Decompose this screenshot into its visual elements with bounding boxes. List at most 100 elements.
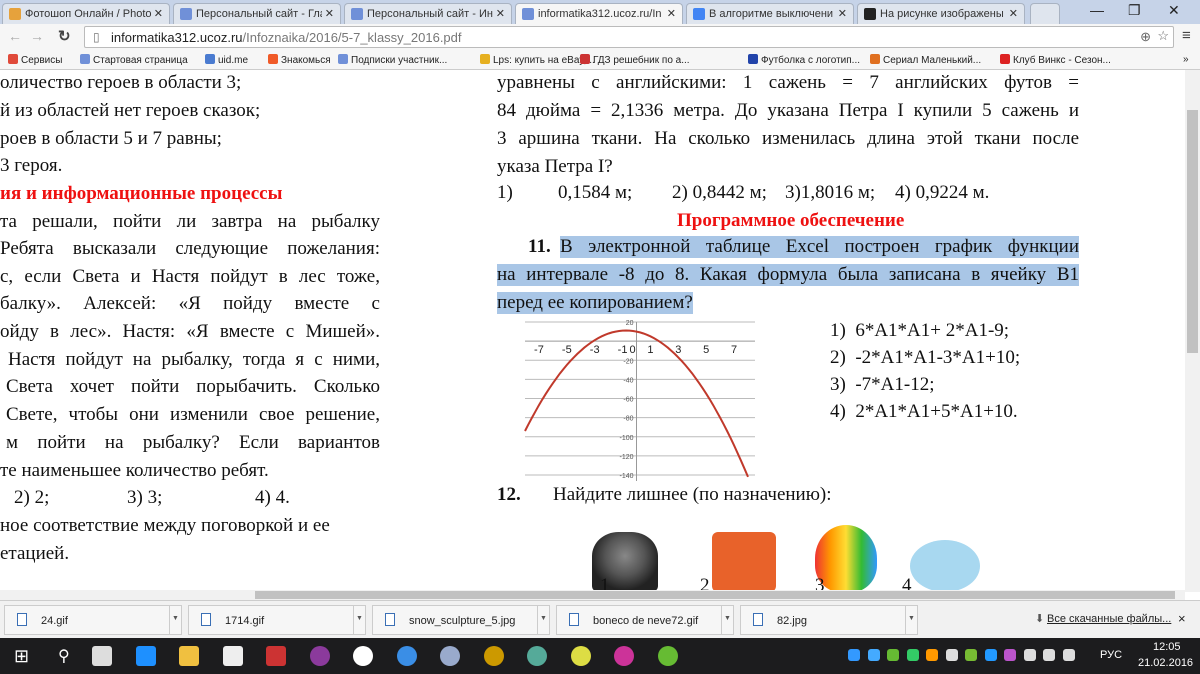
clock-time[interactable]: 12:05	[1153, 641, 1181, 653]
close-downloads-button[interactable]: ×	[1178, 611, 1186, 626]
q11-option: 4) 2*A1*A1+5*A1+10.	[830, 401, 1018, 422]
tray-icon[interactable]	[848, 649, 860, 661]
clock-date[interactable]: 21.02.2016	[1138, 657, 1193, 669]
tab-close-icon[interactable]: ✕	[492, 7, 505, 20]
bookmark-item[interactable]: Знакомься	[268, 54, 331, 66]
download-menu-arrow[interactable]: ▼	[721, 606, 733, 634]
download-menu-arrow[interactable]: ▼	[169, 606, 181, 634]
back-button[interactable]: ←	[8, 28, 22, 44]
tray-icon[interactable]	[1023, 649, 1036, 661]
start-button[interactable]: ⊞	[14, 646, 29, 667]
language-indicator[interactable]: РУС	[1100, 649, 1122, 661]
restore-button[interactable]: ❐	[1128, 2, 1141, 19]
download-item[interactable]: boneco de neve72.gif ▼	[556, 605, 734, 635]
bookmarks-more[interactable]: »	[1183, 54, 1189, 65]
media-icon[interactable]	[483, 646, 504, 666]
tab-close-icon[interactable]: ✕	[834, 7, 847, 20]
download-item[interactable]: snow_sculpture_5.jpg ▼	[372, 605, 550, 635]
edge-icon[interactable]	[135, 646, 156, 666]
close-window-button[interactable]: ✕	[1168, 2, 1180, 19]
tab-3[interactable]: informatika312.ucoz.ru/In ✕	[515, 3, 683, 24]
tab-1[interactable]: Персональный сайт - Гла ✕	[173, 3, 341, 24]
horizontal-scrollbar[interactable]	[0, 590, 1185, 600]
file-explorer-icon[interactable]	[179, 646, 199, 666]
download-menu-arrow[interactable]: ▼	[905, 606, 917, 634]
y-tick-label: -100	[619, 435, 633, 442]
forward-button[interactable]: →	[30, 28, 44, 44]
text-line: 3 героя.	[0, 155, 63, 176]
browser-app-icon[interactable]	[396, 646, 417, 666]
answer-option: 0,1584 м;	[558, 182, 633, 203]
tray-icon[interactable]	[945, 649, 958, 661]
download-menu-arrow[interactable]: ▼	[353, 606, 365, 634]
bookmarks-bar: » Сервисы Стартовая страница uid.me Знакомь…	[0, 50, 1200, 70]
download-item[interactable]: 24.gif ▼	[4, 605, 182, 635]
tray-icon[interactable]	[1004, 649, 1016, 661]
text-line: 3) 3;	[127, 487, 163, 508]
bookmark-item[interactable]: Футболка с логотип...	[748, 54, 860, 66]
vertical-scrollbar[interactable]	[1185, 70, 1200, 592]
tray-icon[interactable]	[1043, 649, 1055, 661]
favicon-icon	[180, 8, 192, 20]
x-tick-label: 7	[731, 344, 737, 356]
q11-option: 1) 6*A1*A1+ 2*A1-9;	[830, 320, 1010, 341]
y-tick-label: -40	[623, 377, 633, 384]
utorrent-icon[interactable]	[657, 646, 678, 666]
office-icon[interactable]	[614, 646, 634, 666]
minimize-button[interactable]: —	[1090, 2, 1104, 18]
bookmark-item[interactable]: uid.me	[205, 54, 248, 66]
store-icon[interactable]	[222, 646, 243, 666]
tab-close-icon[interactable]: ✕	[663, 7, 676, 20]
task-view-icon[interactable]	[92, 646, 112, 666]
tray-icon[interactable]	[1062, 649, 1075, 661]
star-icon[interactable]: ☆	[1157, 28, 1169, 44]
chrome-icon[interactable]	[570, 646, 591, 666]
address-bar[interactable]: ▯ informatika312.ucoz.ru/Infoznaika/2016…	[84, 26, 1174, 48]
bookmark-item[interactable]: Lps: купить на eBay,...	[480, 54, 595, 66]
download-menu-arrow[interactable]: ▼	[537, 606, 549, 634]
tray-icon[interactable]	[887, 649, 899, 661]
tab-4[interactable]: В алгоритме выключени ✕	[686, 3, 854, 24]
tray-icon[interactable]	[965, 649, 977, 661]
hp-icon[interactable]	[353, 646, 373, 666]
minecraft-icon[interactable]	[527, 646, 547, 666]
bookmark-item[interactable]: Подписки участник...	[338, 54, 447, 66]
photo-app-icon[interactable]	[266, 646, 286, 666]
bookmark-item[interactable]: Сервисы	[8, 54, 62, 66]
zoom-icon[interactable]: ⊕	[1140, 29, 1151, 45]
tab-close-icon[interactable]: ✕	[150, 7, 163, 20]
reload-button[interactable]: ↻	[58, 27, 71, 45]
download-item[interactable]: 1714.gif ▼	[188, 605, 366, 635]
onenote-icon[interactable]	[309, 646, 330, 666]
all-downloads-link[interactable]: Все скачанные файлы...	[1047, 613, 1171, 625]
bookmark-item[interactable]: ГДЗ решебник по а...	[580, 54, 690, 66]
bookmark-item[interactable]: Стартовая страница	[80, 54, 188, 66]
bookmark-label: Сервисы	[21, 55, 63, 66]
text-line: 2) 2;	[14, 487, 50, 508]
text-line: оличество героев в области 3;	[0, 72, 242, 93]
favicon-icon	[693, 8, 705, 20]
download-item[interactable]: 82.jpg ▼	[740, 605, 918, 635]
q11-number: 11.	[528, 236, 551, 257]
text-line: 4) 4.	[255, 487, 290, 508]
tab-close-icon[interactable]: ✕	[321, 7, 334, 20]
text-line: ное соответствие между поговоркой и ее	[0, 515, 330, 536]
tray-icon[interactable]	[984, 649, 997, 661]
tray-icon[interactable]	[926, 649, 938, 661]
tab-0[interactable]: Фотошоп Онлайн / Photo ✕	[2, 3, 170, 24]
tray-icon[interactable]	[906, 649, 919, 661]
bookmark-item[interactable]: Сериал Маленький...	[870, 54, 981, 66]
tab-2[interactable]: Персональный сайт - Ин ✕	[344, 3, 512, 24]
bookmark-item[interactable]: Клуб Винкс - Сезон...	[1000, 54, 1111, 66]
menu-icon[interactable]: ≡	[1182, 27, 1191, 44]
tab-5[interactable]: На рисунке изображены ✕	[857, 3, 1025, 24]
download-filename: 1714.gif	[225, 615, 265, 627]
tray-icon[interactable]	[867, 649, 880, 661]
q11-option: 2) -2*A1*A1-3*A1+10;	[830, 347, 1021, 368]
tab-close-icon[interactable]: ✕	[1005, 7, 1018, 20]
new-tab-button[interactable]	[1030, 3, 1060, 24]
download-filename: 24.gif	[41, 615, 68, 627]
search-icon[interactable]: ⚲	[58, 646, 70, 666]
paint-icon[interactable]	[440, 646, 460, 666]
bookmark-label: Знакомься	[281, 55, 331, 66]
